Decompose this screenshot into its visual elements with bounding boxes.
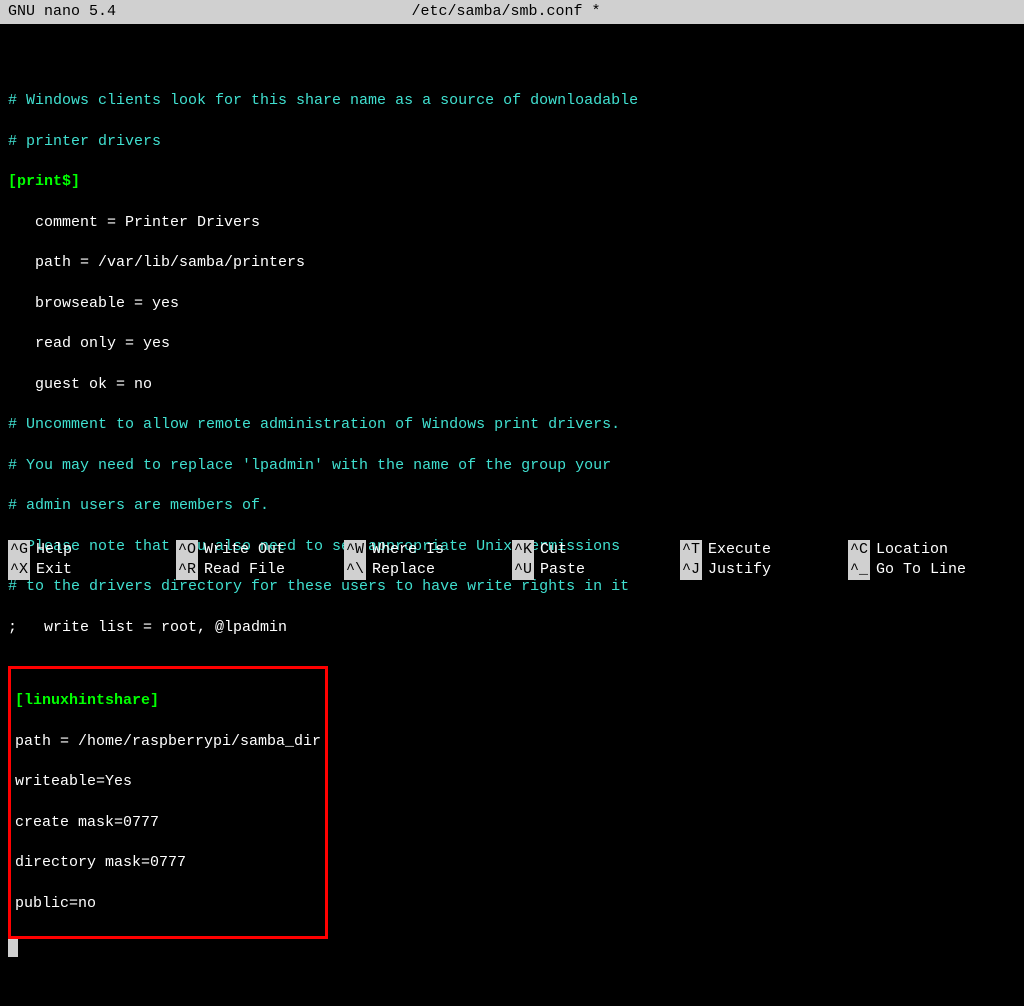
config-line: comment = Printer Drivers: [8, 213, 1016, 233]
shortcut-key: ^O: [176, 540, 198, 560]
editor-content[interactable]: # Windows clients look for this share na…: [0, 24, 1024, 1006]
shortcut-cut[interactable]: ^K Cut: [512, 540, 680, 560]
shortcut-replace[interactable]: ^\ Replace: [344, 560, 512, 580]
shortcut-label: Paste: [540, 560, 585, 580]
config-comment: # admin users are members of.: [8, 496, 1016, 516]
shortcut-key: ^T: [680, 540, 702, 560]
config-line: create mask=0777: [15, 813, 321, 833]
shortcut-label: Help: [36, 540, 72, 560]
config-line: path = /var/lib/samba/printers: [8, 253, 1016, 273]
shortcut-label: Execute: [708, 540, 771, 560]
shortcut-read-file[interactable]: ^R Read File: [176, 560, 344, 580]
shortcut-key: ^X: [8, 560, 30, 580]
shortcut-label: Where Is: [372, 540, 444, 560]
config-comment: # printer drivers: [8, 132, 1016, 152]
highlighted-section: [linuxhintshare] path = /home/raspberryp…: [8, 666, 328, 939]
shortcut-label: Write Out: [204, 540, 285, 560]
shortcut-key: ^J: [680, 560, 702, 580]
shortcut-go-to-line[interactable]: ^_ Go To Line: [848, 560, 1016, 580]
shortcut-label: Cut: [540, 540, 567, 560]
shortcut-key: ^U: [512, 560, 534, 580]
shortcut-write-out[interactable]: ^O Write Out: [176, 540, 344, 560]
config-comment: # Windows clients look for this share na…: [8, 91, 1016, 111]
shortcut-label: Replace: [372, 560, 435, 580]
config-comment: # Uncomment to allow remote administrati…: [8, 415, 1016, 435]
config-line: ; write list = root, @lpadmin: [8, 618, 1016, 638]
shortcut-key: ^_: [848, 560, 870, 580]
shortcut-key: ^K: [512, 540, 534, 560]
shortcut-exit[interactable]: ^X Exit: [8, 560, 176, 580]
section-header-print: [print$]: [8, 172, 1016, 192]
file-path: /etc/samba/smb.conf *: [116, 2, 1016, 22]
config-line: writeable=Yes: [15, 772, 321, 792]
shortcut-help[interactable]: ^G Help: [8, 540, 176, 560]
shortcut-label: Go To Line: [876, 560, 966, 580]
config-line: browseable = yes: [8, 294, 1016, 314]
shortcut-label: Location: [876, 540, 948, 560]
shortcut-execute[interactable]: ^T Execute: [680, 540, 848, 560]
shortcut-row-1: ^G Help ^O Write Out ^W Where Is ^K Cut …: [8, 540, 1016, 560]
config-line: public=no: [15, 894, 321, 914]
shortcut-key: ^W: [344, 540, 366, 560]
app-name: GNU nano 5.4: [8, 2, 116, 22]
nano-title-bar: GNU nano 5.4 /etc/samba/smb.conf *: [0, 0, 1024, 24]
shortcut-key: ^C: [848, 540, 870, 560]
shortcut-justify[interactable]: ^J Justify: [680, 560, 848, 580]
shortcut-where-is[interactable]: ^W Where Is: [344, 540, 512, 560]
section-header-linuxhint: [linuxhintshare]: [15, 691, 321, 711]
config-comment: # to the drivers directory for these use…: [8, 577, 1016, 597]
config-line: path = /home/raspberrypi/samba_dir: [15, 732, 321, 752]
shortcut-key: ^\: [344, 560, 366, 580]
config-line: directory mask=0777: [15, 853, 321, 873]
shortcut-label: Justify: [708, 560, 771, 580]
shortcut-key: ^G: [8, 540, 30, 560]
shortcut-key: ^R: [176, 560, 198, 580]
shortcut-row-2: ^X Exit ^R Read File ^\ Replace ^U Paste…: [8, 560, 1016, 580]
text-cursor: [8, 939, 18, 957]
nano-shortcut-bar: ^G Help ^O Write Out ^W Where Is ^K Cut …: [0, 540, 1024, 581]
terminal-window: GNU nano 5.4 /etc/samba/smb.conf * # Win…: [0, 0, 1024, 584]
config-comment: # You may need to replace 'lpadmin' with…: [8, 456, 1016, 476]
shortcut-label: Exit: [36, 560, 72, 580]
config-line: guest ok = no: [8, 375, 1016, 395]
shortcut-label: Read File: [204, 560, 285, 580]
shortcut-location[interactable]: ^C Location: [848, 540, 1016, 560]
shortcut-paste[interactable]: ^U Paste: [512, 560, 680, 580]
config-line: read only = yes: [8, 334, 1016, 354]
